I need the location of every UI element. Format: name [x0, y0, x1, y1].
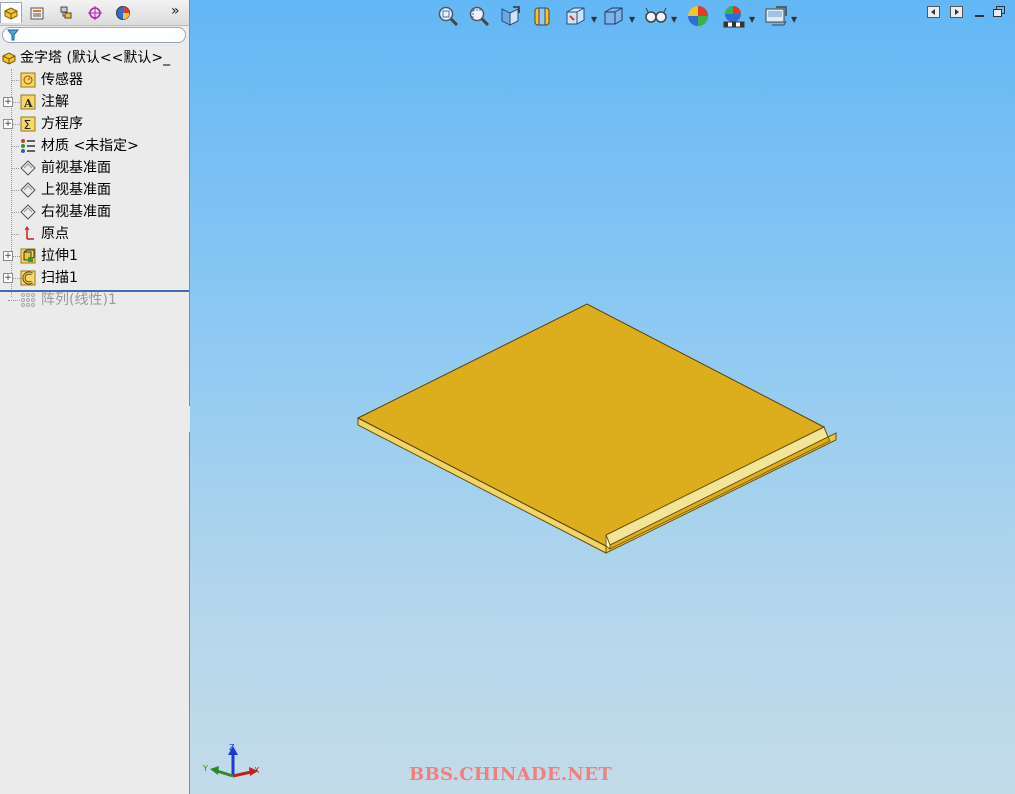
triad-x-axis [232, 770, 252, 778]
watermark-text: BBS.CHINADE.NET [409, 764, 612, 785]
plate-top-face[interactable] [356, 303, 826, 547]
reference-triad: Z X Y [202, 743, 260, 778]
rollback-bar[interactable] [0, 290, 189, 292]
tree-branch [12, 212, 19, 213]
filter-icon [7, 29, 19, 41]
tree-root-label: 金字塔 (默认<<默认>_ [20, 50, 171, 66]
part-icon [2, 52, 16, 65]
tree-item-annotations[interactable]: + A 注解 [0, 91, 189, 113]
part-model[interactable] [190, 0, 1015, 794]
tree-item-label: 方程序 [41, 116, 83, 132]
more-tabs-button[interactable]: » [171, 3, 180, 19]
triad-z-label: Z [229, 743, 235, 752]
panel-tab-strip: » [0, 0, 189, 26]
tree-item-label: 注解 [41, 94, 69, 110]
tree-branch [12, 190, 19, 191]
feature-manager-panel: » 金字塔 (默认<<默认>_ 传感器 + A 注解 + Σ 方程序 材质 <未… [0, 0, 190, 794]
tree-item-label: 传感器 [41, 72, 83, 88]
triad-x-label: X [254, 766, 260, 775]
linear-pattern-icon [21, 293, 35, 307]
extrude-icon [20, 248, 36, 264]
sensor-icon [20, 72, 36, 88]
tree-item-label: 上视基准面 [41, 182, 111, 198]
tree-branch [8, 300, 20, 301]
plane-icon [20, 182, 36, 198]
tree-item-origin[interactable]: 原点 [0, 223, 189, 245]
configuration-manager-tab[interactable] [55, 2, 77, 23]
dimxpert-manager-tab[interactable] [84, 2, 106, 23]
dimxpert-icon [88, 6, 102, 20]
tree-item-label: 材质 <未指定> [41, 138, 139, 154]
expand-toggle[interactable]: + [3, 97, 13, 107]
tree-item-label: 拉伸1 [41, 248, 78, 264]
tree-item-label: 右视基准面 [41, 204, 111, 220]
tree-root-part[interactable]: 金字塔 (默认<<默认>_ [0, 47, 189, 69]
triad-y-axis [216, 769, 234, 778]
tree-item-sensors[interactable]: 传感器 [0, 69, 189, 91]
svg-text:Σ: Σ [24, 118, 32, 132]
tree-branch [13, 256, 20, 257]
tree-branch [12, 80, 19, 81]
tree-item-label: 扫描1 [41, 270, 78, 286]
tree-item-label: 阵列(线性)1 [41, 292, 117, 308]
tree-branch [13, 102, 20, 103]
feature-manager-tab[interactable] [0, 2, 22, 23]
tree-item-top-plane[interactable]: 上视基准面 [0, 179, 189, 201]
property-manager-tab[interactable] [26, 2, 48, 23]
tree-item-label: 原点 [41, 226, 69, 242]
tree-item-extrude1[interactable]: + 拉伸1 [0, 245, 189, 267]
tree-item-linear-pattern1[interactable]: 阵列(线性)1 [0, 289, 189, 311]
tree-item-label: 前视基准面 [41, 160, 111, 176]
configuration-manager-icon [60, 6, 72, 19]
svg-text:A: A [23, 97, 33, 110]
graphics-area[interactable]: ▼ ▼ ▼ ▼ ▼ Z X Y BBS.CHINADE.NET [190, 0, 1015, 794]
tree-item-front-plane[interactable]: 前视基准面 [0, 157, 189, 179]
tree-branch [12, 168, 19, 169]
plane-icon [20, 204, 36, 220]
tree-branch [13, 124, 20, 125]
tree-item-right-plane[interactable]: 右视基准面 [0, 201, 189, 223]
property-manager-icon [30, 7, 44, 20]
feature-manager-icon [4, 7, 18, 20]
display-manager-icon [116, 6, 130, 20]
origin-icon [24, 226, 34, 240]
expand-toggle[interactable]: + [3, 273, 13, 283]
triad-y-label: Y [202, 764, 208, 773]
sweep-icon [20, 270, 36, 286]
tree-branch [13, 278, 20, 279]
annotations-icon: A [20, 94, 36, 110]
equations-icon: Σ [20, 116, 36, 132]
tree-branch [12, 146, 19, 147]
tree-filter-input[interactable] [2, 27, 186, 43]
tree-item-sweep1[interactable]: + 扫描1 [0, 267, 189, 289]
tree-item-material[interactable]: 材质 <未指定> [0, 135, 189, 157]
expand-toggle[interactable]: + [3, 251, 13, 261]
display-manager-tab[interactable] [112, 2, 134, 23]
expand-toggle[interactable]: + [3, 119, 13, 129]
tree-item-equations[interactable]: + Σ 方程序 [0, 113, 189, 135]
tree-branch [12, 234, 19, 235]
material-icon [21, 139, 35, 153]
plane-icon [20, 160, 36, 176]
